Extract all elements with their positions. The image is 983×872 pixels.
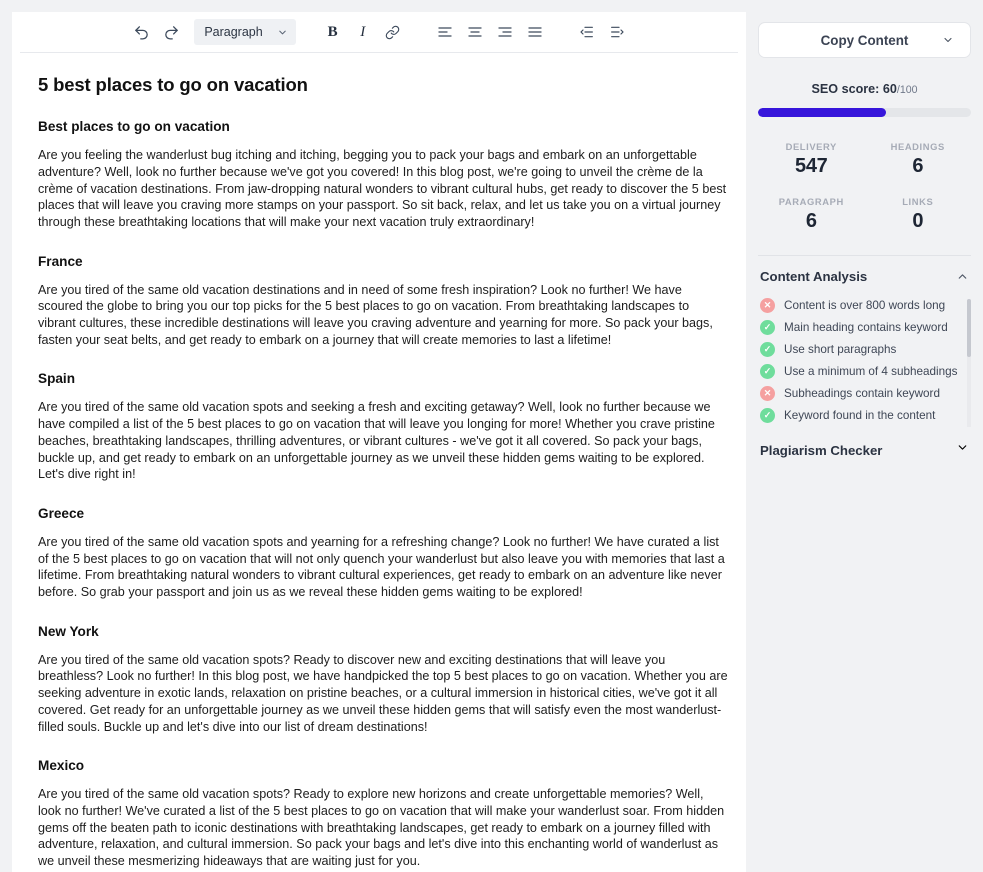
section-paragraph: Are you tired of the same old vacation s… [38, 787, 725, 869]
list-item: ✕ Content is over 800 words long [758, 295, 961, 317]
copy-content-label: Copy Content [820, 32, 909, 48]
list-item: ✓ Use a minimum of 4 subheadings [758, 361, 961, 383]
page-title: 5 best places to go on vacation [38, 74, 308, 95]
chevron-down-icon [277, 27, 288, 38]
section-paragraph: Are you tired of the same old vacation s… [38, 400, 715, 482]
section-paragraph: Are you feeling the wanderlust bug itchi… [38, 148, 727, 229]
seo-score: SEO score: 60/100 [758, 82, 971, 96]
seo-editor-app: Paragraph B I 5 best places to go on vac… [0, 0, 983, 872]
status-pass-icon: ✓ [760, 364, 775, 379]
seo-score-label: SEO score: [811, 82, 883, 96]
seo-score-value: 60 [882, 82, 897, 96]
section-paragraph: Are you tired of the same old vacation s… [38, 652, 728, 734]
analysis-item-label: Keyword found in the content [784, 409, 936, 422]
list-item: ✓ Use short paragraphs [758, 339, 961, 361]
section-heading: New York [38, 623, 99, 639]
chevron-down-icon[interactable] [956, 441, 969, 459]
indent-icon[interactable] [602, 18, 632, 46]
list-item: ✓ Keyword found in the content [758, 405, 961, 427]
analysis-item-label: Use a minimum of 4 subheadings [784, 365, 958, 378]
chevron-down-icon[interactable] [942, 34, 954, 46]
section-heading: France [38, 253, 83, 269]
block-format-value: Paragraph [204, 25, 263, 39]
analysis-item-label: Main heading contains keyword [784, 321, 948, 334]
plagiarism-checker-title: Plagiarism Checker [760, 442, 883, 458]
italic-button[interactable]: I [348, 18, 378, 46]
block-format-select[interactable]: Paragraph [194, 19, 296, 45]
metrics-grid: DELIVERY 547 HEADINGS 6 PARAGRAPH 6 LINK… [758, 141, 971, 233]
seo-progress-fill [758, 108, 886, 117]
chevron-up-icon[interactable] [956, 270, 969, 283]
seo-score-denominator: /100 [896, 84, 918, 96]
content-analysis-title: Content Analysis [760, 269, 868, 284]
editor-panel: Paragraph B I 5 best places to go on vac… [12, 12, 746, 872]
analysis-scrollbar[interactable] [967, 299, 971, 427]
metric-value: 547 [795, 155, 828, 177]
metric-paragraph: PARAGRAPH 6 [758, 196, 865, 233]
section-heading: Mexico [38, 758, 85, 774]
section-heading: Greece [38, 505, 85, 521]
editor-toolbar: Paragraph B I [12, 12, 746, 52]
document-body[interactable]: 5 best places to go on vacation Best pla… [12, 53, 746, 872]
metric-label: HEADINGS [890, 141, 945, 152]
metric-label: DELIVERY [785, 141, 837, 152]
align-left-icon[interactable] [430, 18, 460, 46]
content-analysis-list: ✕ Content is over 800 words long ✓ Main … [758, 295, 971, 427]
analysis-item-label: Use short paragraphs [784, 343, 897, 356]
status-pass-icon: ✓ [760, 408, 775, 423]
status-fail-icon: ✕ [760, 386, 775, 401]
content-analysis-header[interactable]: Content Analysis [758, 256, 971, 295]
status-pass-icon: ✓ [760, 342, 775, 357]
metric-delivery: DELIVERY 547 [758, 141, 865, 178]
analysis-item-label: Content is over 800 words long [784, 299, 946, 312]
section-heading: Best places to go on vacation [38, 119, 230, 135]
align-center-icon[interactable] [460, 18, 490, 46]
outdent-icon[interactable] [572, 18, 602, 46]
metric-label: LINKS [902, 196, 934, 207]
seo-sidebar: Copy Content SEO score: 60/100 DELIVERY … [746, 0, 983, 872]
section-paragraph: Are you tired of the same old vacation d… [38, 282, 713, 347]
status-pass-icon: ✓ [760, 320, 775, 335]
link-icon[interactable] [378, 18, 408, 46]
analysis-scrollbar-thumb[interactable] [967, 299, 971, 357]
section-heading: Spain [38, 371, 76, 387]
undo-icon[interactable] [126, 18, 156, 46]
metric-headings: HEADINGS 6 [865, 141, 972, 178]
plagiarism-checker-header[interactable]: Plagiarism Checker [758, 427, 971, 459]
seo-progress-bar [758, 108, 971, 117]
align-justify-icon[interactable] [520, 18, 550, 46]
metric-value: 6 [912, 155, 924, 177]
bold-button[interactable]: B [318, 18, 348, 46]
metric-label: PARAGRAPH [778, 196, 844, 207]
editor-container: Paragraph B I 5 best places to go on vac… [0, 0, 746, 872]
status-fail-icon: ✕ [760, 298, 775, 313]
section-paragraph: Are you tired of the same old vacation s… [38, 534, 725, 600]
copy-content-button[interactable]: Copy Content [758, 22, 971, 58]
metric-value: 6 [805, 210, 817, 232]
metric-value: 0 [912, 210, 924, 232]
redo-icon[interactable] [156, 18, 186, 46]
metric-links: LINKS 0 [865, 196, 972, 233]
list-item: ✓ Main heading contains keyword [758, 317, 961, 339]
analysis-item-label: Subheadings contain keyword [784, 387, 940, 400]
list-item: ✕ Subheadings contain keyword [758, 383, 961, 405]
align-right-icon[interactable] [490, 18, 520, 46]
